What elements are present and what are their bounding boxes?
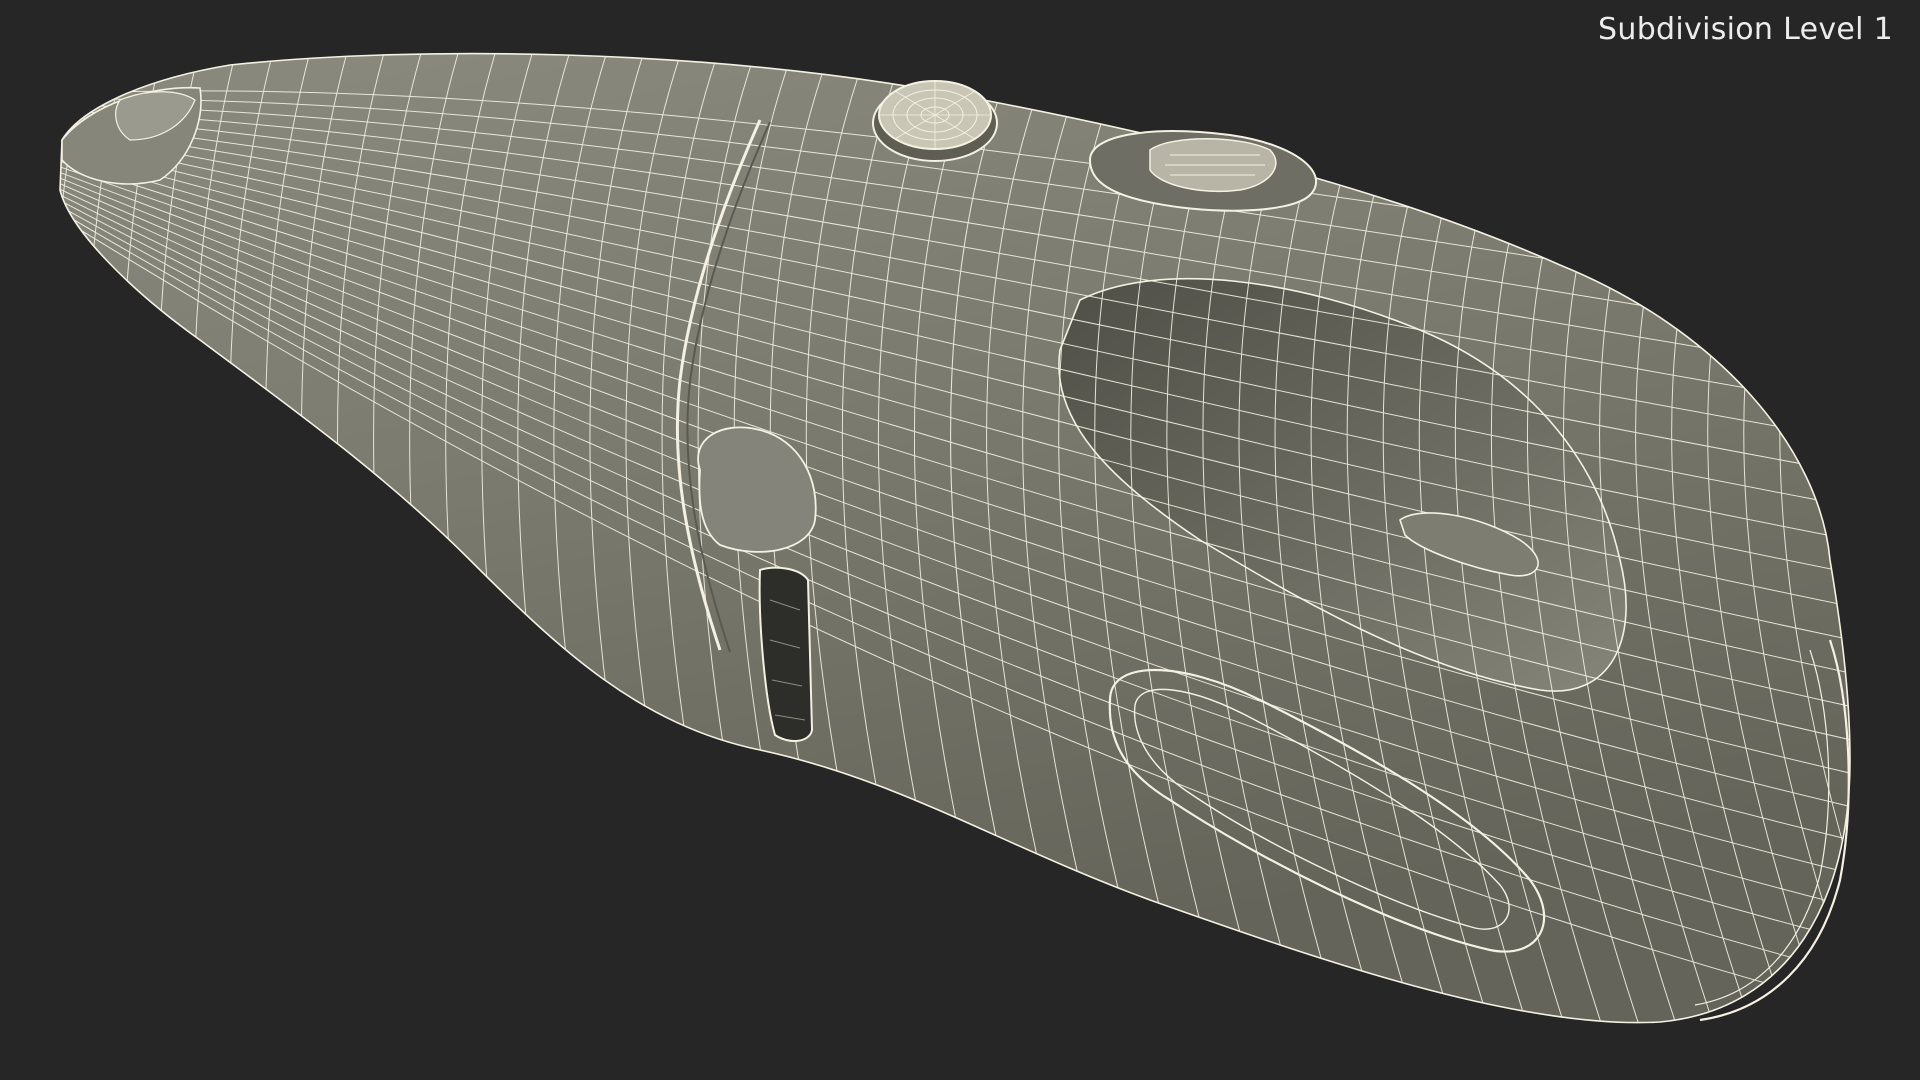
round-button-icon <box>872 80 998 162</box>
wireframe-render <box>59 52 1851 1024</box>
subdivision-level-label: Subdivision Level 1 <box>1598 12 1893 47</box>
viewport: Subdivision Level 1 <box>0 0 1920 1080</box>
